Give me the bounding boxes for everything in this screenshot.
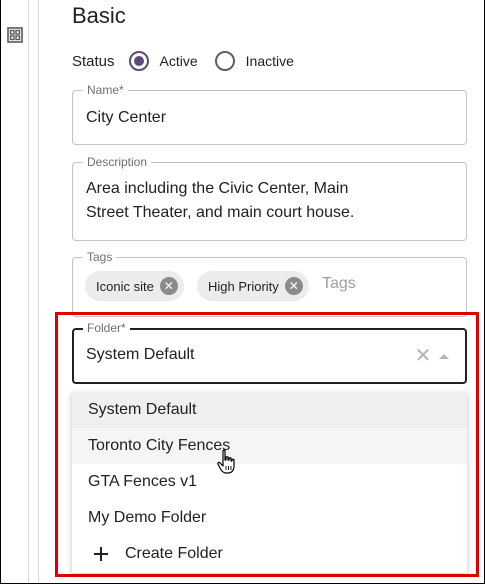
- dashboard-grid-icon[interactable]: [7, 27, 23, 43]
- description-input[interactable]: Area including the Civic Center, Main St…: [86, 177, 386, 225]
- folder-option[interactable]: System Default: [72, 392, 467, 428]
- description-field[interactable]: Description Area including the Civic Cen…: [72, 155, 467, 241]
- name-field-label: Name*: [83, 83, 128, 97]
- tags-input[interactable]: Tags: [322, 275, 356, 293]
- radio-inactive[interactable]: [214, 51, 235, 71]
- tags-field[interactable]: Tags Iconic site ✕ High Priority ✕ Tags: [72, 250, 467, 317]
- name-input[interactable]: City Center: [86, 106, 166, 130]
- plus-icon: [94, 547, 108, 561]
- left-rail: [0, 0, 29, 584]
- close-icon[interactable]: ✕: [413, 345, 433, 365]
- folder-dropdown-menu: System Default Toronto City Fences GTA F…: [72, 392, 467, 573]
- hand-pointer-icon: [217, 449, 235, 474]
- folder-value: System Default: [86, 346, 195, 363]
- folder-field-label: Folder*: [83, 321, 130, 335]
- cancel-circle-icon[interactable]: ✕: [284, 277, 303, 295]
- create-folder-label: Create Folder: [125, 545, 223, 562]
- radio-active[interactable]: [128, 51, 149, 71]
- status-label: Status: [72, 52, 115, 70]
- tags-field-label: Tags: [83, 250, 117, 264]
- cancel-circle-icon[interactable]: ✕: [159, 277, 178, 295]
- folder-option[interactable]: Toronto City Fences: [72, 428, 467, 464]
- tag-chip-label: High Priority: [208, 278, 279, 294]
- tag-chip[interactable]: Iconic site ✕: [85, 271, 184, 301]
- folder-option[interactable]: My Demo Folder: [72, 500, 467, 536]
- chevron-up-icon[interactable]: [439, 354, 449, 359]
- description-field-label: Description: [83, 155, 152, 169]
- create-folder-option[interactable]: Create Folder: [72, 536, 467, 572]
- status-row: Status Active Inactive: [72, 50, 311, 72]
- folder-select[interactable]: Folder* System Default ✕: [72, 321, 467, 384]
- radio-active-label[interactable]: Active: [160, 53, 198, 69]
- tag-chip[interactable]: High Priority ✕: [197, 271, 309, 301]
- tag-chip-label: Iconic site: [96, 278, 154, 294]
- folder-option[interactable]: GTA Fences v1: [72, 464, 467, 500]
- name-field[interactable]: Name* City Center: [72, 83, 467, 145]
- section-title: Basic: [72, 3, 126, 28]
- radio-inactive-label[interactable]: Inactive: [246, 53, 294, 69]
